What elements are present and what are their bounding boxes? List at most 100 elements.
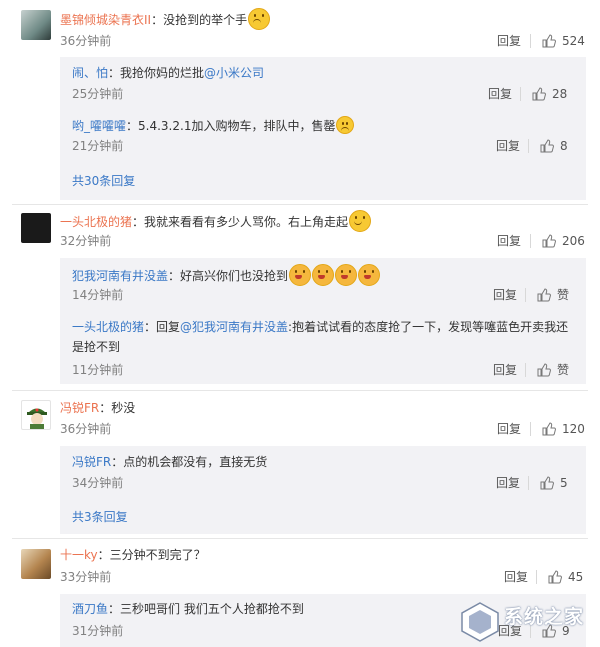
watermark-text: 系统之家: [504, 606, 585, 628]
like-button[interactable]: 5: [540, 474, 568, 492]
like-count: 120: [562, 422, 585, 436]
like-label: 赞: [557, 363, 570, 377]
like-count: 5: [560, 476, 568, 490]
avatar[interactable]: [21, 10, 51, 40]
timestamp: 33分钟前: [60, 570, 112, 584]
more-replies-link[interactable]: 共3条回复: [72, 508, 128, 526]
like-button[interactable]: 8: [540, 137, 568, 155]
user-name[interactable]: 哟_嚯嚯嚯: [72, 119, 126, 133]
comment-text: ：秒没: [99, 401, 136, 415]
divider: [536, 570, 537, 584]
reply-text: ：回复: [144, 320, 181, 334]
like-button[interactable]: 45: [548, 568, 583, 586]
comment-text: ：三分钟不到完了？: [97, 548, 206, 562]
reply-text: ：好高兴你们也没抢到: [168, 269, 289, 283]
divider: [12, 538, 588, 539]
user-name[interactable]: 一头北极的猪: [60, 215, 132, 229]
comment-content: 墨锦倾城染青衣II：没抢到的举个手: [60, 8, 271, 30]
like-label: 赞: [557, 288, 570, 302]
divider: [525, 363, 526, 377]
reply-button[interactable]: 回复: [493, 286, 517, 304]
timestamp: 32分钟前: [60, 234, 112, 248]
reply-button[interactable]: 回复: [497, 232, 521, 250]
user-name[interactable]: 一头北极的猪: [72, 320, 144, 334]
emoji-icon: [335, 264, 358, 286]
like-button[interactable]: 120: [542, 420, 585, 438]
reply-content: 闹、怕：我抢你妈的烂批@小米公司: [72, 64, 264, 82]
avatar[interactable]: [21, 400, 51, 430]
watermark: 系统之家: [456, 599, 596, 645]
user-name[interactable]: 闹、怕: [72, 66, 108, 80]
emoji-icon: [358, 264, 381, 286]
reply-button[interactable]: 回复: [497, 420, 521, 438]
reply-text: :抱着试试看的态度抢了一下，发现等噻蓝色开卖我还: [288, 320, 569, 334]
divider: [525, 288, 526, 302]
timestamp: 36分钟前: [60, 422, 112, 436]
divider: [528, 139, 529, 153]
reply-button[interactable]: 回复: [493, 361, 517, 379]
reply-button[interactable]: 回复: [504, 568, 528, 586]
divider: [530, 234, 531, 248]
like-button[interactable]: 524: [542, 32, 585, 50]
timestamp: 36分钟前: [60, 34, 112, 48]
reply-button[interactable]: 回复: [496, 137, 520, 155]
comment-text: ：没抢到的举个手: [151, 13, 248, 27]
user-name[interactable]: 犯我河南有井没盖: [72, 269, 168, 283]
emoji-icon: [312, 264, 335, 286]
emoji-icon: [349, 210, 372, 232]
thumbs-up-icon: [542, 34, 556, 48]
like-button[interactable]: 赞: [537, 361, 569, 379]
thumbs-up-icon: [542, 234, 556, 248]
reply-button[interactable]: 回复: [496, 474, 520, 492]
divider: [530, 422, 531, 436]
reply-button[interactable]: 回复: [488, 85, 512, 103]
reply-content: 犯我河南有井没盖：好高兴你们也没抢到: [72, 264, 381, 286]
avatar[interactable]: [21, 213, 51, 243]
like-count: 524: [562, 34, 585, 48]
divider: [530, 34, 531, 48]
more-replies-link[interactable]: 共30条回复: [72, 172, 135, 190]
reply-list: 冯锐FR：点的机会都没有，直接无货 34分钟前 回复 5 共3条回复: [60, 446, 586, 534]
reply-text: ：点的机会都没有，直接无货: [111, 455, 268, 469]
reply-text: ：三秒吧哥们 我们五个人抢都抢不到: [108, 602, 304, 616]
reply-text-continued: 是抢不到: [72, 340, 121, 354]
divider: [12, 204, 588, 205]
emoji-icon: [336, 116, 355, 134]
like-button[interactable]: 赞: [537, 286, 569, 304]
thumbs-up-icon: [542, 422, 556, 436]
reply-content: 冯锐FR：点的机会都没有，直接无货: [72, 453, 267, 471]
thumbs-up-icon: [540, 139, 554, 153]
user-name[interactable]: 墨锦倾城染青衣II: [60, 13, 151, 27]
thumbs-up-icon: [537, 363, 551, 377]
reply-text: ：我抢你妈的烂批: [108, 66, 205, 80]
timestamp: 31分钟前: [72, 624, 124, 638]
thumbs-up-icon: [532, 87, 546, 101]
divider: [12, 390, 588, 391]
timestamp: 11分钟前: [72, 363, 124, 377]
reply-button[interactable]: 回复: [497, 32, 521, 50]
thumbs-up-icon: [548, 570, 562, 584]
mention-link[interactable]: @小米公司: [204, 66, 264, 80]
user-name[interactable]: 十一ky: [60, 548, 98, 562]
like-button[interactable]: 206: [542, 232, 585, 250]
mention-link[interactable]: @犯我河南有井没盖: [180, 320, 288, 334]
reply-content: 一头北极的猪：回复@犯我河南有井没盖:抱着试试看的态度抢了一下，发现等噻蓝色开卖…: [72, 318, 568, 336]
comment-content: 一头北极的猪：我就来看看有多少人骂你。右上角走起: [60, 210, 372, 232]
user-name[interactable]: 冯锐FR: [60, 401, 99, 415]
emoji-icon: [248, 8, 271, 30]
avatar[interactable]: [21, 549, 51, 579]
like-count: 206: [562, 234, 585, 248]
reply-content: 酒刀鱼：三秒吧哥们 我们五个人抢都抢不到: [72, 600, 304, 618]
timestamp: 25分钟前: [72, 87, 124, 101]
divider: [520, 87, 521, 101]
like-count: 45: [568, 570, 584, 584]
user-name[interactable]: 冯锐FR: [72, 455, 111, 469]
timestamp: 34分钟前: [72, 476, 124, 490]
emoji-icon: [289, 264, 312, 286]
timestamp: 21分钟前: [72, 139, 124, 153]
user-name[interactable]: 酒刀鱼: [72, 602, 108, 616]
like-button[interactable]: 28: [532, 85, 567, 103]
reply-list: 闹、怕：我抢你妈的烂批@小米公司 25分钟前 回复 28 哟_嚯嚯嚯：5.4.3…: [60, 57, 586, 200]
watermark-logo-icon: [461, 602, 499, 642]
comment-text: ：我就来看看有多少人骂你。右上角走起: [132, 215, 349, 229]
